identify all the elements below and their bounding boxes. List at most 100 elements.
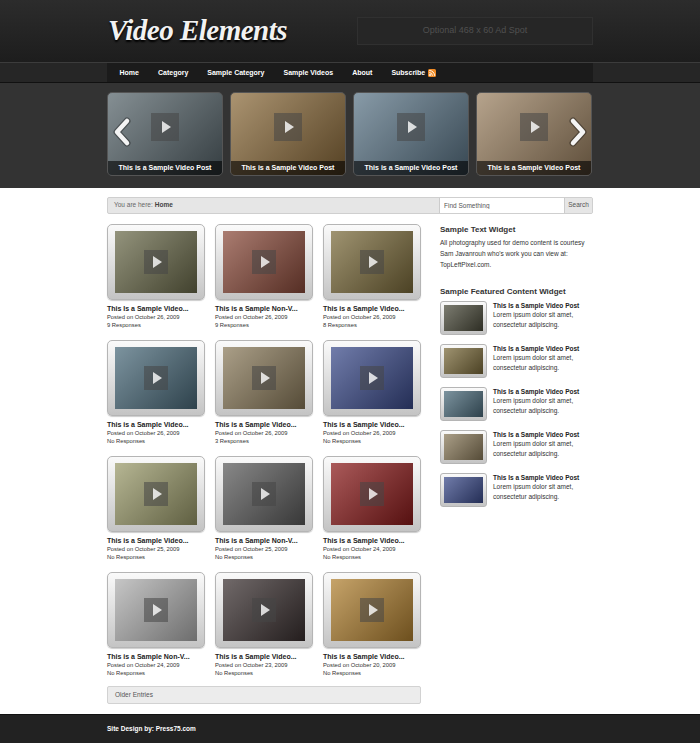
featured-thumbnail[interactable] (444, 477, 483, 503)
post-thumbnail-frame[interactable] (215, 340, 313, 416)
post-thumbnail[interactable] (115, 231, 197, 293)
slide-caption[interactable]: This is a Sample Video Post (477, 161, 591, 175)
post-thumbnail-frame[interactable] (323, 572, 421, 648)
featured-thumbnail[interactable] (444, 305, 483, 331)
post-thumbnail-frame[interactable] (323, 224, 421, 300)
site-logo[interactable]: Video Elements (107, 12, 287, 50)
post-thumbnail[interactable] (223, 347, 305, 409)
slide-caption[interactable]: This is a Sample Video Post (231, 161, 345, 175)
featured-thumbnail-frame[interactable] (440, 387, 487, 421)
post-responses[interactable]: No Responses (215, 669, 313, 677)
search-button[interactable]: Search (564, 198, 592, 213)
slide-caption[interactable]: This is a Sample Video Post (354, 161, 468, 175)
footer-credit[interactable]: Site Design by: Press75.com (107, 725, 196, 733)
featured-item[interactable]: This Is a Sample Video PostLorem ipsum d… (440, 473, 593, 507)
post-responses[interactable]: No Responses (323, 669, 421, 677)
post-title[interactable]: This is a Sample Video... (107, 420, 205, 429)
featured-thumbnail[interactable] (444, 391, 483, 417)
slide-caption[interactable]: This is a Sample Video Post (108, 161, 222, 175)
post-title[interactable]: This is a Sample Video... (323, 304, 421, 313)
post-thumbnail[interactable] (115, 579, 197, 641)
featured-item[interactable]: This Is a Sample Video PostLorem ipsum d… (440, 430, 593, 464)
play-icon[interactable] (360, 598, 384, 622)
featured-title[interactable]: This Is a Sample Video Post (493, 473, 593, 482)
post-thumbnail-frame[interactable] (323, 340, 421, 416)
post-thumbnail[interactable] (331, 463, 413, 525)
slide[interactable]: This is a Sample Video Post (107, 92, 223, 176)
post-title[interactable]: This is a Sample Non-V... (107, 652, 205, 661)
post-responses[interactable]: 3 Responses (215, 437, 313, 445)
nav-link[interactable]: Sample Category (198, 63, 274, 82)
post-responses[interactable]: 9 Responses (107, 321, 205, 329)
slide[interactable]: This is a Sample Video Post (353, 92, 469, 176)
featured-thumbnail[interactable] (444, 348, 483, 374)
play-icon[interactable] (360, 250, 384, 274)
ad-spot[interactable]: Optional 468 x 60 Ad Spot (357, 17, 593, 45)
featured-title[interactable]: This Is a Sample Video Post (493, 344, 593, 353)
post-title[interactable]: This is a Sample Non-V... (215, 304, 313, 313)
post-responses[interactable]: No Responses (107, 669, 205, 677)
post-title[interactable]: This is a Sample Non-V... (215, 536, 313, 545)
play-icon[interactable] (252, 482, 276, 506)
featured-item[interactable]: This Is a Sample Video PostLorem ipsum d… (440, 344, 593, 378)
featured-thumbnail-frame[interactable] (440, 430, 487, 464)
play-icon[interactable] (520, 113, 548, 141)
rss-icon[interactable] (428, 69, 436, 77)
play-icon[interactable] (252, 250, 276, 274)
featured-thumbnail-frame[interactable] (440, 301, 487, 335)
older-entries-link[interactable]: Older Entries (107, 686, 421, 704)
post-thumbnail[interactable] (331, 347, 413, 409)
post-thumbnail-frame[interactable] (107, 572, 205, 648)
post-thumbnail-frame[interactable] (107, 456, 205, 532)
play-icon[interactable] (144, 482, 168, 506)
post-thumbnail-frame[interactable] (107, 224, 205, 300)
post-responses[interactable]: No Responses (323, 553, 421, 561)
featured-thumbnail-frame[interactable] (440, 344, 487, 378)
post-responses[interactable]: No Responses (215, 553, 313, 561)
previous-arrow-icon[interactable] (111, 117, 133, 147)
featured-title[interactable]: This Is a Sample Video Post (493, 301, 593, 310)
post-responses[interactable]: No Responses (107, 553, 205, 561)
play-icon[interactable] (144, 598, 168, 622)
post-thumbnail-frame[interactable] (215, 456, 313, 532)
search-input[interactable] (439, 198, 564, 213)
slide[interactable]: This is a Sample Video Post (230, 92, 346, 176)
featured-thumbnail[interactable] (444, 434, 483, 460)
play-icon[interactable] (274, 113, 302, 141)
nav-link[interactable]: Category (148, 63, 197, 82)
post-title[interactable]: This is a Sample Video... (323, 652, 421, 661)
post-thumbnail[interactable] (223, 463, 305, 525)
featured-thumbnail-frame[interactable] (440, 473, 487, 507)
post-responses[interactable]: No Responses (107, 437, 205, 445)
post-thumbnail-frame[interactable] (107, 340, 205, 416)
nav-link[interactable]: Sample Videos (274, 63, 343, 82)
featured-title[interactable]: This Is a Sample Video Post (493, 430, 593, 439)
play-icon[interactable] (360, 366, 384, 390)
play-icon[interactable] (397, 113, 425, 141)
play-icon[interactable] (252, 366, 276, 390)
post-title[interactable]: This Is a Sample Video... (107, 304, 205, 313)
slide[interactable]: This is a Sample Video Post (476, 92, 592, 176)
post-title[interactable]: This is a Sample Video... (323, 536, 421, 545)
play-icon[interactable] (360, 482, 384, 506)
post-responses[interactable]: No Responses (323, 437, 421, 445)
post-thumbnail[interactable] (115, 463, 197, 525)
post-title[interactable]: This is a Sample Video... (323, 420, 421, 429)
featured-item[interactable]: This Is a Sample Video PostLorem ipsum d… (440, 387, 593, 421)
post-title[interactable]: This is a Sample Video... (215, 652, 313, 661)
post-thumbnail[interactable] (223, 579, 305, 641)
featured-title[interactable]: This Is a Sample Video Post (493, 387, 593, 396)
next-arrow-icon[interactable] (567, 117, 589, 147)
nav-link[interactable]: Home (110, 63, 148, 82)
play-icon[interactable] (151, 113, 179, 141)
post-thumbnail[interactable] (115, 347, 197, 409)
post-thumbnail[interactable] (223, 231, 305, 293)
post-thumbnail-frame[interactable] (323, 456, 421, 532)
nav-link[interactable]: About (343, 63, 382, 82)
breadcrumb-home-link[interactable]: Home (155, 201, 173, 208)
post-responses[interactable]: 9 Responses (215, 321, 313, 329)
post-thumbnail[interactable] (331, 231, 413, 293)
post-thumbnail[interactable] (331, 579, 413, 641)
post-thumbnail-frame[interactable] (215, 572, 313, 648)
post-title[interactable]: This is a Sample Video... (107, 536, 205, 545)
